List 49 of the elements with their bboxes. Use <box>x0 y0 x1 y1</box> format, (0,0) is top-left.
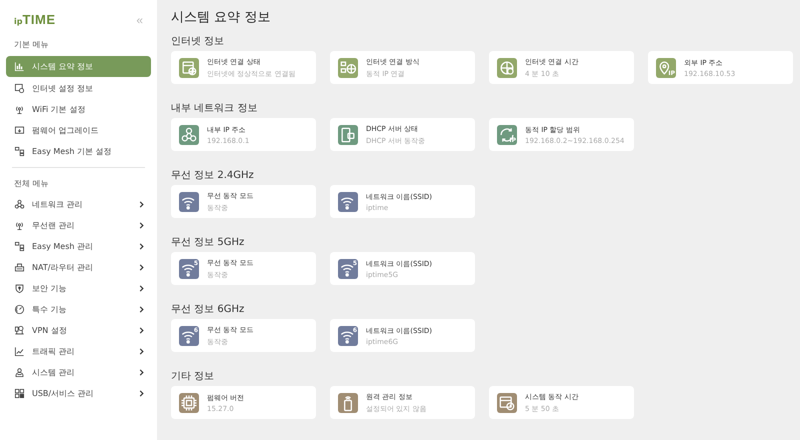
chevron-right-icon <box>138 390 145 397</box>
menu-item[interactable]: 네트워크 관리 <box>6 195 151 214</box>
menu-item[interactable]: 보안 기능 <box>6 279 151 298</box>
menu-item[interactable]: 인터넷 설정 정보 <box>6 79 151 98</box>
chevron-right-icon <box>138 222 145 229</box>
section-heading: 내부 네트워크 정보 <box>171 102 258 113</box>
logo: ipTIME <box>14 12 56 27</box>
menu-group-label: 전체 메뉴 <box>13 178 50 190</box>
menu-item[interactable]: USB/서비스 관리 <box>6 384 151 403</box>
gauge-icon <box>14 304 25 315</box>
menu-item[interactable]: WiFi 기본 설정 <box>6 100 151 119</box>
chevron-right-icon <box>138 369 145 376</box>
menu-item[interactable]: VPN 설정 <box>6 321 151 340</box>
antenna-icon <box>14 220 25 231</box>
router-icon <box>14 262 25 273</box>
person-icon <box>14 367 25 378</box>
mesh-devices-icon <box>14 241 25 252</box>
bar-chart-icon <box>14 61 25 72</box>
menu-item[interactable]: 무선랜 관리 <box>6 216 151 235</box>
chevron-right-icon <box>138 243 145 250</box>
section-heading: 무선 정보 2.4GHz <box>171 169 255 180</box>
antenna-icon <box>14 104 25 115</box>
menu-item[interactable]: 트래픽 관리 <box>6 342 151 361</box>
menu-group-label: 기본 메뉴 <box>13 39 50 51</box>
section-heading: 무선 정보 6GHz <box>171 303 246 314</box>
line-chart-icon <box>14 346 25 357</box>
menu-item[interactable]: Easy Mesh 관리 <box>6 237 151 256</box>
network-nodes-icon <box>14 199 25 210</box>
menu-item[interactable]: NAT/라우터 관리 <box>6 258 151 277</box>
vpn-network-icon <box>14 325 25 336</box>
chevron-right-icon <box>138 327 145 334</box>
chevron-right-icon <box>138 264 145 271</box>
display-icon <box>14 125 25 136</box>
chevron-right-icon <box>138 348 145 355</box>
menu-item[interactable]: 펌웨어 업그레이드 <box>6 121 151 140</box>
mesh-devices-icon <box>14 146 25 157</box>
chevron-right-icon <box>138 306 145 313</box>
page-title: 시스템 요약 정보 <box>171 9 272 26</box>
chevron-right-icon <box>138 285 145 292</box>
section-heading: 인터넷 정보 <box>171 35 226 46</box>
shield-icon <box>14 283 25 294</box>
menu-item[interactable]: 특수 기능 <box>6 300 151 319</box>
menu-item[interactable]: Easy Mesh 기본 설정 <box>6 142 151 161</box>
menu-item[interactable]: 시스템 관리 <box>6 363 151 382</box>
section-heading: 기타 정보 <box>171 370 216 381</box>
chevron-right-icon <box>138 201 145 208</box>
section-heading: 무선 정보 5GHz <box>171 236 246 247</box>
grid-icon <box>14 388 25 399</box>
monitor-globe-icon <box>14 83 25 94</box>
